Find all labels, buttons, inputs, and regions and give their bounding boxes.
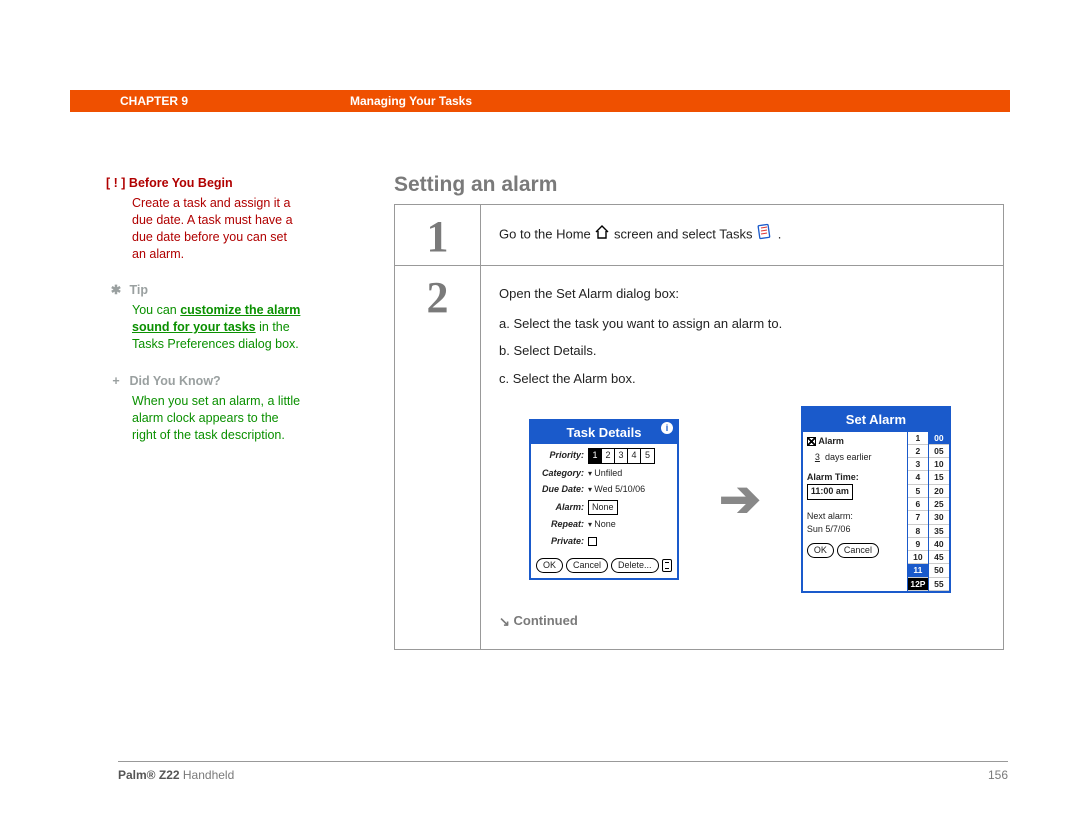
set-alarm-window: Set Alarm Alarm 3 days earlier Alarm Tim… <box>801 406 951 593</box>
set-alarm-title: Set Alarm <box>801 406 951 432</box>
alarm-box-button[interactable]: None <box>588 500 618 516</box>
step-1-body: Go to the Home screen and select Tasks . <box>481 205 1003 265</box>
chapter-header: CHAPTER 9 Managing Your Tasks <box>70 90 1010 112</box>
private-checkbox[interactable] <box>588 537 597 546</box>
alarm-checkbox[interactable] <box>807 437 816 446</box>
delete-button[interactable]: Delete... <box>611 558 659 573</box>
tip-heading: ✱ Tip <box>106 282 301 299</box>
page-title: Setting an alarm <box>394 173 557 197</box>
tasks-app-icon <box>756 223 774 247</box>
priority-selector[interactable]: 1 2 3 4 5 <box>588 448 655 464</box>
sidebar: [ ! ] Before You Begin Create a task and… <box>106 175 301 443</box>
category-dropdown[interactable]: Unfiled <box>588 467 622 481</box>
did-you-know-body: When you set an alarm, a little alarm cl… <box>132 393 301 444</box>
arrow-right-icon: ➔ <box>719 462 761 537</box>
cancel-button[interactable]: Cancel <box>566 558 608 573</box>
step-2-row: 2 Open the Set Alarm dialog box: a. Sele… <box>395 266 1003 649</box>
note-icon[interactable] <box>662 559 672 572</box>
home-icon <box>594 224 610 246</box>
chapter-label: CHAPTER 9 <box>120 94 188 108</box>
task-details-title: Task Details i <box>529 419 679 445</box>
step-2-body: Open the Set Alarm dialog box: a. Select… <box>481 266 1003 649</box>
alarm-time-box[interactable]: 11:00 am <box>807 484 853 500</box>
hour-picker[interactable]: 123456789101112P <box>907 432 928 592</box>
product-name: Palm® Z22 Handheld <box>118 768 234 782</box>
asterisk-icon: ✱ <box>106 282 126 299</box>
before-you-begin-heading: [ ! ] Before You Begin <box>106 175 301 192</box>
minute-picker[interactable]: 000510152025303540455055 <box>928 432 949 592</box>
before-you-begin-body: Create a task and assign it a due date. … <box>132 195 301 263</box>
ok-button[interactable]: OK <box>807 543 834 558</box>
repeat-dropdown[interactable]: None <box>588 518 616 532</box>
days-earlier-field[interactable]: 3 <box>815 452 820 462</box>
screenshots-row: Task Details i Priority: 1 2 3 <box>529 406 979 593</box>
tip-body: You can customize the alarm sound for yo… <box>132 302 301 353</box>
continued-arrow-icon: ↘ <box>499 612 510 632</box>
step-1-row: 1 Go to the Home screen and select Tasks… <box>395 205 1003 266</box>
did-you-know-heading: + Did You Know? <box>106 373 301 390</box>
page-footer: Palm® Z22 Handheld 156 <box>118 761 1008 782</box>
due-date-dropdown[interactable]: Wed 5/10/06 <box>588 483 645 497</box>
step-1-number: 1 <box>395 205 481 265</box>
step-2-number: 2 <box>395 266 481 649</box>
continued-indicator: ↘ Continued <box>499 611 979 631</box>
steps-table: 1 Go to the Home screen and select Tasks… <box>394 204 1004 650</box>
cancel-button[interactable]: Cancel <box>837 543 879 558</box>
plus-icon: + <box>106 373 126 390</box>
info-icon[interactable]: i <box>661 422 673 434</box>
page-number: 156 <box>988 768 1008 782</box>
task-details-window: Task Details i Priority: 1 2 3 <box>529 419 679 581</box>
ok-button[interactable]: OK <box>536 558 563 573</box>
section-label: Managing Your Tasks <box>350 94 472 108</box>
